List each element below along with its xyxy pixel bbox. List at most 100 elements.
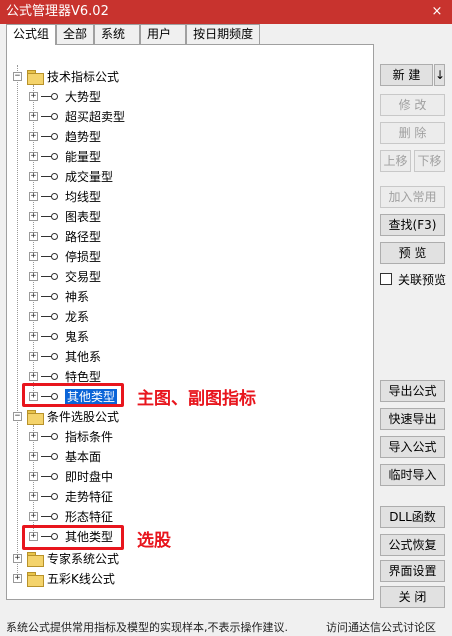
tree-item[interactable]: + 交易型 [7, 267, 373, 287]
expand-icon[interactable]: + [13, 574, 22, 583]
title-bar: 公式管理器V6.02 × [0, 0, 452, 24]
modify-button[interactable]: 修 改 [380, 94, 445, 116]
expand-icon[interactable]: + [29, 232, 38, 241]
tree-group-label[interactable]: 条件选股公式 [47, 409, 119, 425]
formula-tree[interactable]: − 技术指标公式 + 大势型 + 超买超卖型 + 趋势型 + 能量型 + 成交量型 + 均线… [6, 44, 374, 600]
key-icon [41, 171, 59, 183]
tree-item-label[interactable]: 即时盘中 [65, 469, 113, 485]
tree-item[interactable]: + 形态特征 [7, 507, 373, 527]
tree-group-tech[interactable]: − 技术指标公式 [7, 67, 373, 87]
tree-item-label[interactable]: 形态特征 [65, 509, 113, 525]
tree-item[interactable]: + 图表型 [7, 207, 373, 227]
new-button[interactable]: 新 建 [380, 64, 433, 86]
expand-icon[interactable]: + [29, 292, 38, 301]
delete-button[interactable]: 删 除 [380, 122, 445, 144]
key-icon [41, 451, 59, 463]
tree-item-label[interactable]: 能量型 [65, 149, 101, 165]
expand-icon[interactable]: + [29, 312, 38, 321]
expand-icon[interactable]: + [29, 252, 38, 261]
tree-item-label[interactable]: 基本面 [65, 449, 101, 465]
tab-system[interactable]: 系统 [94, 24, 141, 44]
tree-item-label[interactable]: 路径型 [65, 229, 101, 245]
tree-item[interactable]: + 路径型 [7, 227, 373, 247]
link-preview-checkbox[interactable] [380, 273, 392, 285]
collapse-icon[interactable]: − [13, 72, 22, 81]
tree-item-label[interactable]: 均线型 [65, 189, 101, 205]
tree-item-label[interactable]: 神系 [65, 289, 89, 305]
ui-settings-button[interactable]: 界面设置 [380, 560, 445, 582]
tree-item[interactable]: + 神系 [7, 287, 373, 307]
expand-icon[interactable]: + [29, 432, 38, 441]
tree-item[interactable]: + 其他系 [7, 347, 373, 367]
formula-restore-button[interactable]: 公式恢复 [380, 534, 445, 556]
close-icon[interactable]: × [422, 0, 452, 24]
tree-item-label[interactable]: 龙系 [65, 309, 89, 325]
expand-icon[interactable]: + [29, 192, 38, 201]
tree-item-label[interactable]: 超买超卖型 [65, 109, 125, 125]
expand-icon[interactable]: + [29, 152, 38, 161]
tree-item-label[interactable]: 趋势型 [65, 129, 101, 145]
temp-import-button[interactable]: 临时导入 [380, 464, 445, 486]
tab-user[interactable]: 用户 [140, 24, 187, 44]
move-up-button[interactable]: 上移 [380, 150, 411, 172]
tree-item[interactable]: + 大势型 [7, 87, 373, 107]
expand-icon[interactable]: + [29, 452, 38, 461]
tree-item[interactable]: + 龙系 [7, 307, 373, 327]
expand-icon[interactable]: + [29, 332, 38, 341]
import-formula-button[interactable]: 导入公式 [380, 436, 445, 458]
quick-export-button[interactable]: 快速导出 [380, 408, 445, 430]
tree-item-label[interactable]: 大势型 [65, 89, 101, 105]
tree-group-expert[interactable]: + 专家系统公式 [7, 549, 373, 569]
dll-function-button[interactable]: DLL函数 [380, 506, 445, 528]
preview-button[interactable]: 预 览 [380, 242, 445, 264]
expand-icon[interactable]: + [29, 372, 38, 381]
tree-item[interactable]: + 鬼系 [7, 327, 373, 347]
tree-item-label[interactable]: 走势特征 [65, 489, 113, 505]
tree-group-label[interactable]: 技术指标公式 [47, 69, 119, 85]
export-formula-button[interactable]: 导出公式 [380, 380, 445, 402]
tree-item-label[interactable]: 图表型 [65, 209, 101, 225]
tree-item-label[interactable]: 交易型 [65, 269, 101, 285]
move-down-button[interactable]: 下移 [414, 150, 445, 172]
forum-link[interactable]: 访问通达信公式讨论区 [326, 620, 436, 636]
expand-icon[interactable]: + [29, 132, 38, 141]
tree-item[interactable]: + 趋势型 [7, 127, 373, 147]
tab-by-date-frequency[interactable]: 按日期频度 [186, 24, 261, 44]
tree-item-label[interactable]: 其他系 [65, 349, 101, 365]
expand-icon[interactable]: + [29, 212, 38, 221]
tree-item[interactable]: + 走势特征 [7, 487, 373, 507]
find-button[interactable]: 查找(F3) [380, 214, 445, 236]
add-common-button[interactable]: 加入常用 [380, 186, 445, 208]
tree-item[interactable]: + 指标条件 [7, 427, 373, 447]
expand-icon[interactable]: + [29, 512, 38, 521]
tree-item-label[interactable]: 停损型 [65, 249, 101, 265]
expand-icon[interactable]: + [29, 92, 38, 101]
expand-icon[interactable]: + [29, 492, 38, 501]
tree-item[interactable]: + 超买超卖型 [7, 107, 373, 127]
key-icon [41, 431, 59, 443]
expand-icon[interactable]: + [29, 172, 38, 181]
tree-item[interactable]: + 成交量型 [7, 167, 373, 187]
tree-item-label[interactable]: 成交量型 [65, 169, 113, 185]
tree-item[interactable]: + 能量型 [7, 147, 373, 167]
tree-item[interactable]: + 即时盘中 [7, 467, 373, 487]
tree-item-label[interactable]: 指标条件 [65, 429, 113, 445]
tab-all[interactable]: 全部 [56, 24, 95, 44]
expand-icon[interactable]: + [29, 352, 38, 361]
collapse-icon[interactable]: − [13, 412, 22, 421]
close-button[interactable]: 关 闭 [380, 586, 445, 608]
tree-group-label[interactable]: 五彩K线公式 [47, 571, 115, 587]
tree-item[interactable]: + 停损型 [7, 247, 373, 267]
expand-icon[interactable]: + [13, 554, 22, 563]
tree-group-kline[interactable]: + 五彩K线公式 [7, 569, 373, 589]
tree-item-label[interactable]: 鬼系 [65, 329, 89, 345]
expand-icon[interactable]: + [29, 272, 38, 281]
tree-group-label[interactable]: 专家系统公式 [47, 551, 119, 567]
new-dropdown-button[interactable]: ↓ [434, 64, 445, 86]
expand-icon[interactable]: + [29, 112, 38, 121]
tab-formula-group[interactable]: 公式组 [6, 24, 57, 45]
tree-item[interactable]: + 基本面 [7, 447, 373, 467]
expand-icon[interactable]: + [29, 472, 38, 481]
tree-item[interactable]: + 均线型 [7, 187, 373, 207]
tree-group-stock[interactable]: − 条件选股公式 [7, 407, 373, 427]
